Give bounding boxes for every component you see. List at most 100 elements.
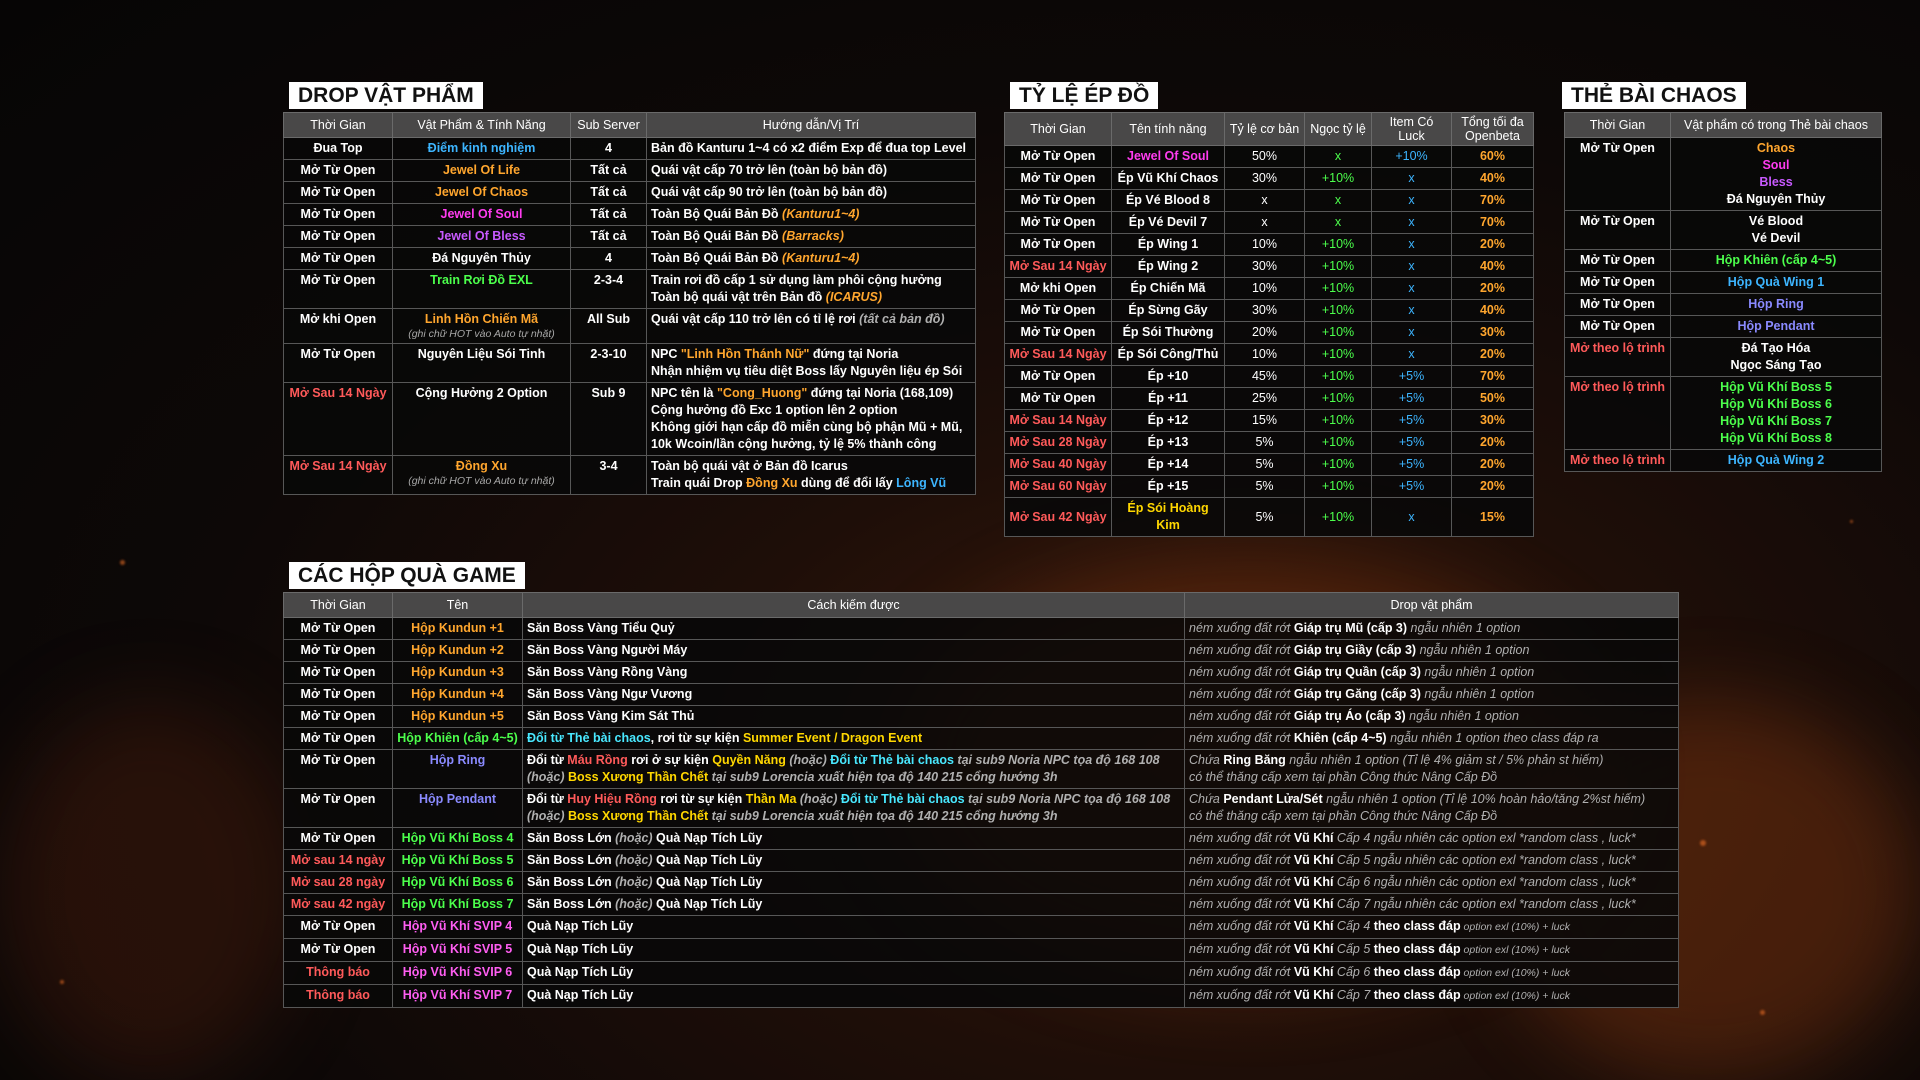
table-row: Mở Từ Open Vé Blood Vé Devil bbox=[1564, 210, 1882, 250]
guide-line: Quái vật cấp 110 trở lên có tỉ lệ rơi (t… bbox=[651, 311, 971, 328]
feature-name: Ép Chiến Mã bbox=[1130, 281, 1206, 295]
text-run: theo class đáp bbox=[1373, 919, 1461, 933]
text-run: ném xuống đất rớt bbox=[1189, 853, 1294, 867]
time-cell: Mở Từ Open bbox=[1564, 271, 1671, 294]
table-row: Mở khi Open Ép Chiến Mã 10% +10% x 20% bbox=[1004, 277, 1534, 300]
luck-rate-cell: x bbox=[1371, 497, 1452, 537]
text-run: Toàn Bộ Quái Bản Đồ bbox=[651, 251, 783, 265]
gem-rate-cell: x bbox=[1304, 189, 1372, 212]
total-rate-cell: 30% bbox=[1451, 321, 1534, 344]
text-run: Quà Nạp Tích Lũy bbox=[652, 831, 763, 845]
table-row: Mở khi Open Linh Hồn Chiến Mã (ghi chữ HOT… bbox=[283, 308, 976, 344]
gem-rate-cell: +10% bbox=[1304, 343, 1372, 366]
feature-name-cell: Ép Sói Thường bbox=[1111, 321, 1225, 344]
text-run: Cấp 7 bbox=[1333, 988, 1374, 1002]
gift-table: Thời Gian Tên Cách kiếm được Drop vật phẩm … bbox=[283, 592, 1679, 1008]
column-header: Cách kiếm được bbox=[522, 592, 1185, 618]
time-cell: Mở theo lộ trình bbox=[1564, 376, 1671, 450]
table-row: Mở Sau 14 Ngày Cộng Hưởng 2 Option Sub 9 NP… bbox=[283, 382, 976, 456]
how-line: Quà Nạp Tích Lũy bbox=[527, 987, 1180, 1004]
table-row: Mở Từ Open Hộp Ring bbox=[1564, 293, 1882, 316]
time-label: Đua Top bbox=[313, 141, 363, 155]
total-rate-cell: 20% bbox=[1451, 343, 1534, 366]
column-header: Tên bbox=[392, 592, 523, 618]
time-cell: Mở Sau 14 Ngày bbox=[1004, 255, 1112, 278]
feature-name-cell: Ép +12 bbox=[1111, 409, 1225, 432]
text-run: Vũ Khí bbox=[1293, 875, 1334, 889]
gem-rate: x bbox=[1334, 149, 1342, 163]
text-run: (hoặc) bbox=[615, 831, 653, 845]
text-run: option exl (10%) + luck bbox=[1460, 967, 1571, 979]
time-cell: Mở Từ Open bbox=[1004, 211, 1112, 234]
base-rate-cell: 10% bbox=[1224, 277, 1305, 300]
box-name: Hộp Vũ Khí Boss 7 bbox=[401, 897, 514, 911]
text-run: Cấp 5 ngẫu nhiên các option exl *random … bbox=[1333, 853, 1636, 867]
text-run: Vũ Khí bbox=[1293, 988, 1334, 1002]
base-rate: 10% bbox=[1251, 347, 1278, 361]
text-run: Đổi từ bbox=[527, 792, 568, 806]
table-row: Mở Từ Open Hộp Khiên (cấp 4~5) bbox=[1564, 249, 1882, 272]
luck-rate-cell: +5% bbox=[1371, 475, 1452, 498]
table-row: Mở Từ Open Hộp Kundun +3 Săn Boss Vàng Rồn… bbox=[283, 661, 1679, 684]
total-rate-cell: 20% bbox=[1451, 453, 1534, 476]
sub-server-cell: Tất cả bbox=[570, 159, 647, 182]
luck-rate-cell: +5% bbox=[1371, 387, 1452, 410]
gift-table-header: Thời Gian Tên Cách kiếm được Drop vật phẩm bbox=[283, 592, 1679, 618]
card-item: Hộp Khiên (cấp 4~5) bbox=[1715, 253, 1837, 267]
text-run: Pendant Lửa/Sét bbox=[1223, 792, 1323, 806]
table-row: Mở Từ Open Jewel Of Chaos Tất cả Quái vật c… bbox=[283, 181, 976, 204]
time: Mở Từ Open bbox=[1020, 391, 1096, 405]
drop-line: có thể thăng cấp xem tại phần Công thức … bbox=[1189, 769, 1674, 786]
gem-rate-cell: +10% bbox=[1304, 299, 1372, 322]
guide-line: Bản đồ Kanturu 1~4 có x2 điểm Exp để đua… bbox=[651, 140, 971, 157]
table-row: Mở Từ Open Hộp Kundun +1 Săn Boss Vàng Tiể… bbox=[283, 617, 1679, 640]
box-name-cell: Hộp Kundun +4 bbox=[392, 683, 523, 706]
time: Mở Sau 42 Ngày bbox=[1009, 509, 1107, 524]
time-cell: Mở Từ Open bbox=[1004, 189, 1112, 212]
drop-line: ném xuống đất rớt Vũ Khí Cấp 5 ngẫu nhiê… bbox=[1189, 852, 1674, 869]
chaos-section-title: THẺ BÀI CHAOS bbox=[1562, 82, 1746, 109]
drop-line: ném xuống đất rớt Vũ Khí Cấp 4 ngẫu nhiê… bbox=[1189, 830, 1674, 847]
column-header: Hướng dẫn/Vị Trí bbox=[646, 112, 976, 138]
sub-server: 2-3-10 bbox=[590, 347, 627, 361]
column-header: Thời Gian bbox=[1004, 112, 1112, 146]
table-row: Mở Sau 40 Ngày Ép +14 5% +10% +5% 20% bbox=[1004, 453, 1534, 476]
box-name-cell: Hộp Pendant bbox=[392, 788, 523, 828]
text-run: Quái vật cấp 110 trở lên có tỉ lệ rơi bbox=[651, 312, 860, 326]
guide-cell: Bản đồ Kanturu 1~4 có x2 điểm Exp để đua… bbox=[646, 137, 976, 160]
time: Mở Sau 60 Ngày bbox=[1009, 479, 1107, 493]
sub-server: Sub 9 bbox=[591, 386, 626, 400]
text-run: Toàn Bộ Quái Bản Đồ bbox=[651, 229, 783, 243]
item-cell: Cộng Hưởng 2 Option bbox=[392, 382, 571, 456]
sub-server: 4 bbox=[605, 251, 612, 265]
how-line: Săn Boss Vàng Tiểu Quỷ bbox=[527, 620, 1180, 637]
time-cell: Mở Từ Open bbox=[283, 683, 393, 706]
time-cell: Mở sau 42 ngày bbox=[283, 893, 393, 916]
luck-rate: x bbox=[1408, 509, 1415, 524]
feature-name-cell: Ép Vũ Khí Chaos bbox=[1111, 167, 1225, 190]
time-cell: Đua Top bbox=[283, 137, 393, 160]
ember bbox=[60, 980, 64, 984]
drop-line: ném xuống đất rớt Giáp trụ Găng (cấp 3) … bbox=[1189, 686, 1674, 703]
text-run: Đổi từ Thẻ bài chaos bbox=[830, 753, 954, 767]
item-cell: Linh Hồn Chiến Mã (ghi chữ HOT vào Auto t… bbox=[392, 308, 571, 344]
how-line: Săn Boss Vàng Người Máy bbox=[527, 642, 1180, 659]
how-to-get-cell: Quà Nạp Tích Lũy bbox=[522, 961, 1185, 985]
guide-line: NPC tên là "Cong_Huong" đứng tại Noria (… bbox=[651, 385, 971, 402]
feature-name-cell: Ép Wing 1 bbox=[1111, 233, 1225, 256]
how-line: Đổi từ Thẻ bài chaos, rơi từ sự kiện Sum… bbox=[527, 730, 1180, 747]
gem-rate: +10% bbox=[1321, 413, 1355, 427]
time: Mở Sau 14 Ngày bbox=[1009, 259, 1107, 273]
time: Mở Từ Open bbox=[1020, 237, 1096, 251]
base-rate-cell: 20% bbox=[1224, 321, 1305, 344]
gem-rate: x bbox=[1334, 215, 1342, 229]
text-run: Khiên (cấp 4~5) bbox=[1293, 731, 1387, 745]
column-header: Vật Phẩm & Tính Năng bbox=[392, 112, 571, 138]
gem-rate: +10% bbox=[1321, 281, 1355, 295]
table-row: Mở Từ Open Ép Wing 1 10% +10% x 20% bbox=[1004, 233, 1534, 256]
gem-rate-cell: +10% bbox=[1304, 409, 1372, 432]
sub-server: 3-4 bbox=[599, 459, 618, 473]
text-run: Cấp 6 bbox=[1333, 965, 1374, 979]
time: Mở Từ Open bbox=[1020, 193, 1096, 207]
text-run: "Linh Hồn Thánh Nữ" bbox=[680, 347, 810, 361]
